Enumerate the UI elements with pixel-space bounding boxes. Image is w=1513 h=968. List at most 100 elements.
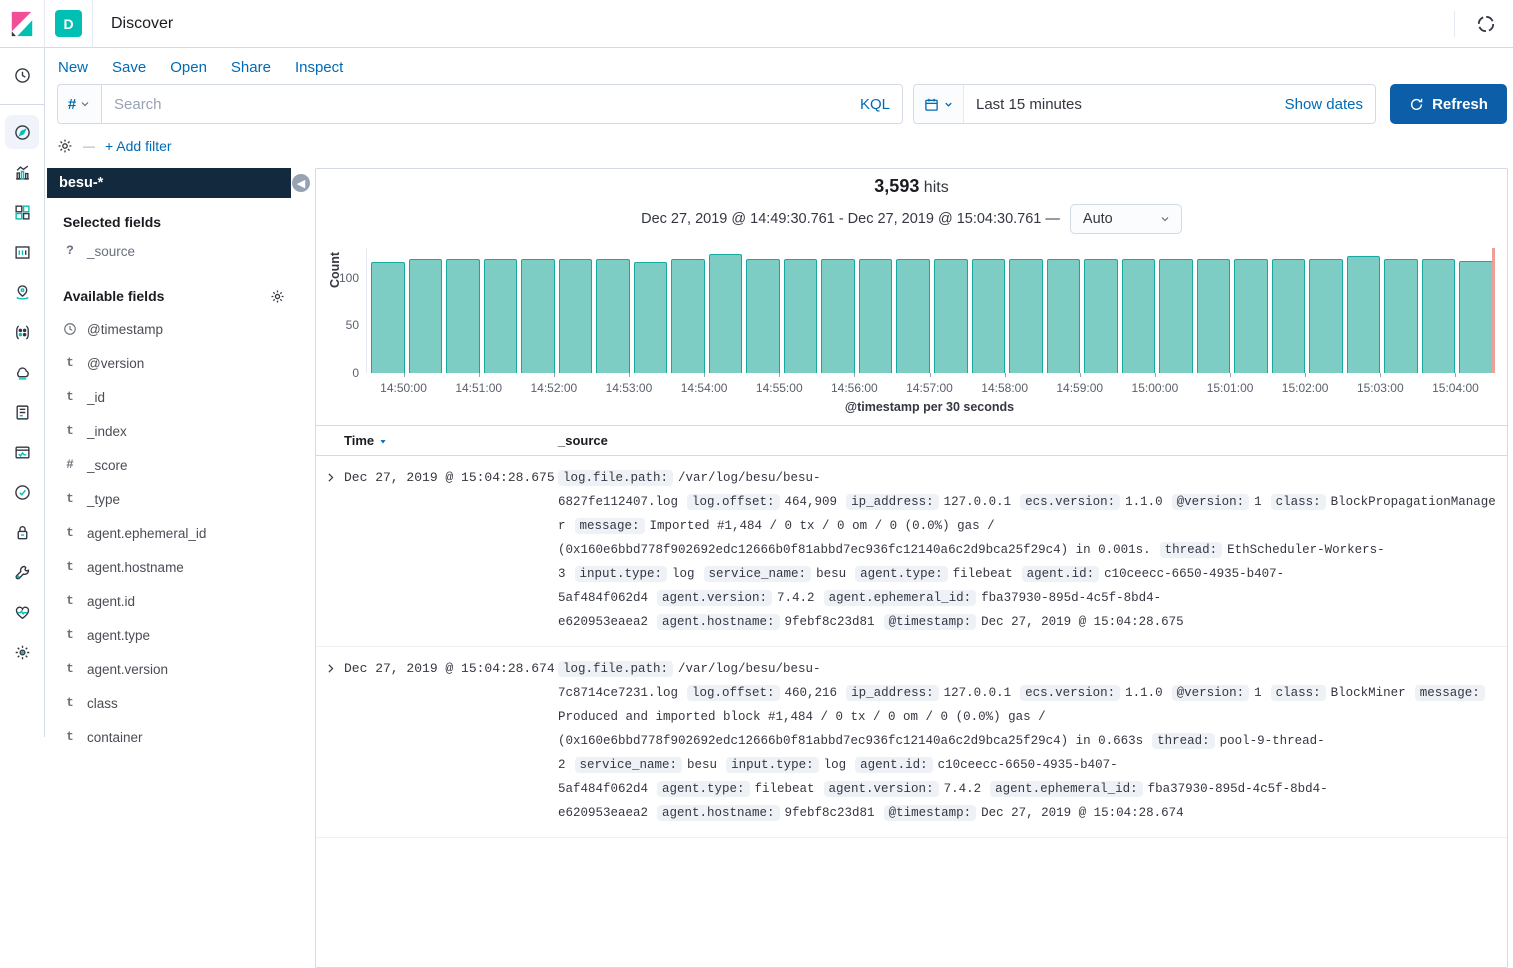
histogram-bar[interactable] bbox=[1422, 259, 1456, 374]
field-name: agent.hostname bbox=[87, 560, 184, 575]
time-column-header[interactable]: Time bbox=[344, 433, 558, 448]
menu-item-new[interactable]: New bbox=[58, 59, 88, 76]
filter-settings-gear-icon[interactable] bbox=[57, 138, 73, 154]
source-field-key: thread: bbox=[1160, 542, 1223, 558]
add-filter-link[interactable]: + Add filter bbox=[105, 138, 172, 154]
nav-item-canvas[interactable] bbox=[5, 235, 39, 269]
expand-row-chevron[interactable] bbox=[316, 456, 344, 646]
nav-item-machine-learning[interactable] bbox=[5, 315, 39, 349]
interval-select[interactable]: Auto bbox=[1070, 204, 1182, 234]
nav-item-dev-tools[interactable] bbox=[5, 555, 39, 589]
histogram-bar[interactable] bbox=[409, 259, 443, 374]
histogram-bar[interactable] bbox=[859, 259, 893, 374]
index-pattern-selector[interactable]: besu-* bbox=[47, 168, 291, 198]
field-item-agent.id[interactable]: tagent.id bbox=[47, 584, 307, 618]
stack-monitoring-icon bbox=[14, 604, 31, 621]
histogram-bar[interactable] bbox=[1272, 259, 1306, 374]
nav-item-maps[interactable] bbox=[5, 275, 39, 309]
nav-item-management[interactable] bbox=[5, 635, 39, 669]
y-axis-tick: 100 bbox=[339, 271, 359, 285]
nav-item-metrics[interactable] bbox=[5, 355, 39, 389]
query-language-filter-button[interactable]: # bbox=[57, 84, 101, 124]
histogram-bar[interactable] bbox=[784, 259, 818, 374]
kql-toggle[interactable]: KQL bbox=[860, 96, 890, 113]
field-item-_id[interactable]: t_id bbox=[47, 380, 307, 414]
histogram-bar[interactable] bbox=[521, 259, 555, 374]
app-badge-wrap[interactable]: D bbox=[45, 0, 93, 48]
nav-item-discover[interactable] bbox=[5, 115, 39, 149]
field-item-agent.version[interactable]: tagent.version bbox=[47, 652, 307, 686]
cloud-status-icon[interactable] bbox=[1469, 14, 1503, 34]
source-field-key: class: bbox=[1271, 494, 1326, 510]
menu-item-save[interactable]: Save bbox=[112, 59, 146, 76]
histogram-bar[interactable] bbox=[671, 259, 705, 374]
histogram-bar[interactable] bbox=[972, 259, 1006, 374]
nav-item-dashboard[interactable] bbox=[5, 195, 39, 229]
histogram-bar[interactable] bbox=[484, 259, 518, 374]
hits-count: 3,593 bbox=[874, 176, 919, 196]
x-axis-tick-mark bbox=[554, 373, 555, 377]
query-bar: # KQL Last 15 minutes Show dates bbox=[57, 84, 1507, 124]
histogram-bar[interactable] bbox=[821, 259, 855, 374]
source-field-value: 464,909 bbox=[785, 495, 838, 509]
histogram-bar[interactable] bbox=[1122, 259, 1156, 374]
field-item-_score[interactable]: #_score bbox=[47, 448, 307, 482]
histogram-bar[interactable] bbox=[934, 259, 968, 374]
row-source: log.file.path:/var/log/besu/besu-7c8714c… bbox=[558, 647, 1507, 837]
histogram-bar[interactable] bbox=[634, 262, 668, 373]
field-type-icon: t bbox=[63, 390, 77, 404]
kibana-logo[interactable] bbox=[0, 0, 45, 48]
histogram-bar[interactable] bbox=[896, 259, 930, 374]
histogram-bar[interactable] bbox=[1384, 259, 1418, 374]
field-item-agent.type[interactable]: tagent.type bbox=[47, 618, 307, 652]
histogram-bar[interactable] bbox=[1309, 259, 1343, 374]
histogram-bar[interactable] bbox=[1084, 259, 1118, 374]
nav-item-uptime[interactable] bbox=[5, 475, 39, 509]
histogram-bar[interactable] bbox=[371, 262, 405, 373]
x-axis-tick-label: 15:00:00 bbox=[1132, 381, 1179, 395]
histogram-bar[interactable] bbox=[1234, 259, 1268, 374]
search-input[interactable] bbox=[114, 96, 852, 113]
nav-item-recently-viewed[interactable] bbox=[5, 58, 39, 92]
histogram-bar[interactable] bbox=[1459, 261, 1493, 373]
show-dates-link[interactable]: Show dates bbox=[1285, 96, 1375, 113]
source-field-key: log.offset: bbox=[687, 685, 780, 701]
field-item-@version[interactable]: t@version bbox=[47, 346, 307, 380]
histogram-bar[interactable] bbox=[1197, 259, 1231, 374]
histogram-bar[interactable] bbox=[559, 259, 593, 374]
source-field-key: agent.id: bbox=[1022, 566, 1100, 582]
field-item-@timestamp[interactable]: @timestamp bbox=[47, 312, 307, 346]
field-item-agent.ephemeral_id[interactable]: tagent.ephemeral_id bbox=[47, 516, 307, 550]
calendar-button[interactable] bbox=[914, 85, 964, 123]
histogram-bar[interactable] bbox=[1009, 259, 1043, 374]
x-axis-tick-label: 15:04:00 bbox=[1432, 381, 1479, 395]
field-item-container[interactable]: tcontainer bbox=[47, 720, 307, 754]
time-range-value[interactable]: Last 15 minutes bbox=[964, 96, 1285, 113]
refresh-button[interactable]: Refresh bbox=[1390, 84, 1507, 124]
histogram-bar[interactable] bbox=[1347, 256, 1381, 373]
field-item-_type[interactable]: t_type bbox=[47, 482, 307, 516]
expand-row-chevron[interactable] bbox=[316, 647, 344, 837]
nav-item-stack-monitoring[interactable] bbox=[5, 595, 39, 629]
collapse-sidebar-button[interactable]: ◀ bbox=[292, 174, 310, 192]
menu-item-open[interactable]: Open bbox=[170, 59, 207, 76]
histogram-bar[interactable] bbox=[746, 259, 780, 374]
nav-item-siem[interactable] bbox=[5, 515, 39, 549]
field-item-class[interactable]: tclass bbox=[47, 686, 307, 720]
rail-divider bbox=[0, 104, 45, 105]
histogram-bar[interactable] bbox=[1159, 259, 1193, 374]
nav-item-visualize[interactable] bbox=[5, 155, 39, 189]
nav-item-logs[interactable] bbox=[5, 395, 39, 429]
source-field-value: Dec 27, 2019 @ 15:04:28.674 bbox=[981, 806, 1184, 820]
histogram-bar[interactable] bbox=[709, 254, 743, 373]
field-settings-gear-icon[interactable] bbox=[263, 282, 291, 310]
histogram-bar[interactable] bbox=[446, 259, 480, 374]
nav-item-apm[interactable] bbox=[5, 435, 39, 469]
field-item-_source[interactable]: ?_source bbox=[47, 234, 307, 268]
menu-item-share[interactable]: Share bbox=[231, 59, 271, 76]
histogram-bar[interactable] bbox=[1047, 259, 1081, 374]
field-item-agent.hostname[interactable]: tagent.hostname bbox=[47, 550, 307, 584]
menu-item-inspect[interactable]: Inspect bbox=[295, 59, 343, 76]
field-item-_index[interactable]: t_index bbox=[47, 414, 307, 448]
histogram-bar[interactable] bbox=[596, 259, 630, 374]
